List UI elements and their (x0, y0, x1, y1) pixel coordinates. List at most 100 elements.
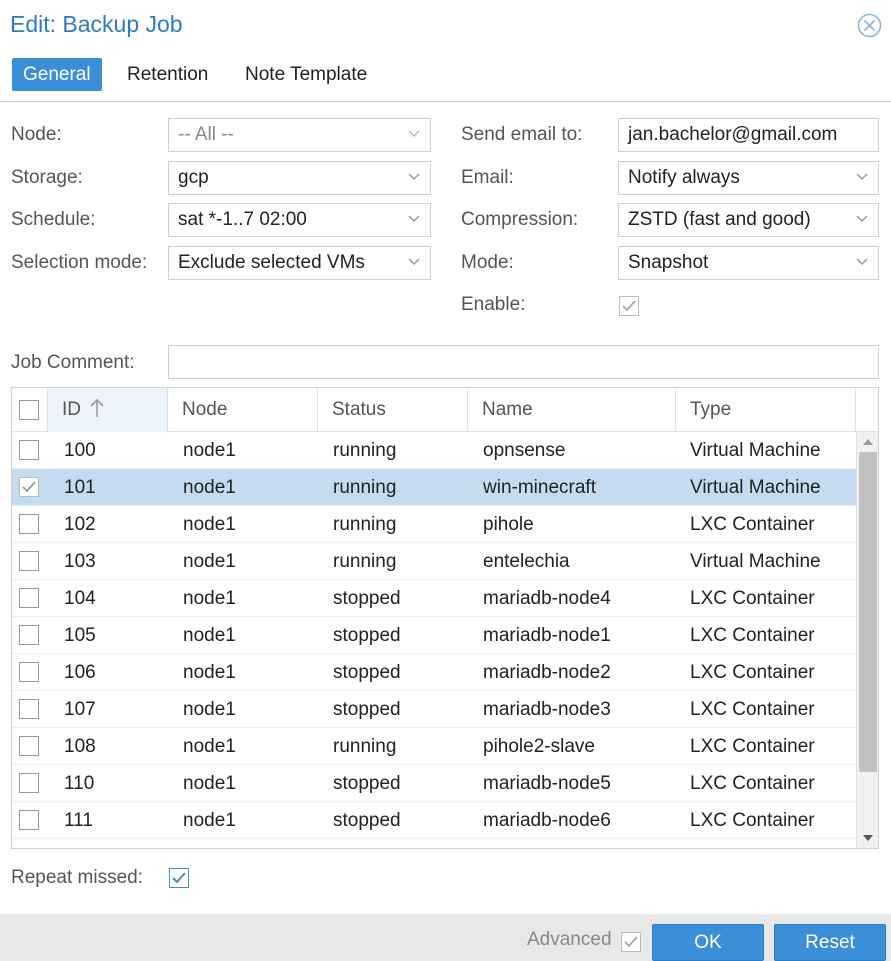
table-row[interactable]: 108 node1 running pihole2-slave LXC Containe… (12, 728, 856, 765)
tab-general[interactable]: General (12, 58, 102, 91)
column-header-type[interactable]: Type (676, 388, 856, 432)
compression-select[interactable]: ZSTD (fast and good) (618, 203, 879, 237)
chevron-down-icon (408, 215, 420, 223)
cell-type: Virtual Machine (690, 477, 821, 498)
cell-node: node1 (183, 588, 236, 609)
ok-button[interactable]: OK (652, 924, 764, 961)
row-checkbox[interactable] (19, 440, 39, 460)
cell-type: LXC Container (690, 699, 815, 720)
header-select-all[interactable] (12, 388, 48, 432)
cell-status: running (333, 477, 397, 498)
table-row[interactable]: 105 node1 stopped mariadb-node1 LXC Containe… (12, 617, 856, 654)
send-email-input[interactable]: jan.bachelor@gmail.com (618, 118, 879, 152)
scroll-down-icon[interactable] (862, 834, 874, 842)
row-checkbox[interactable] (19, 625, 39, 645)
cell-id: 111 (64, 810, 93, 831)
grid-header: ID Node Status Name Type (12, 388, 878, 432)
mode-label: Mode: (461, 252, 514, 273)
mode-select-value: Snapshot (628, 252, 709, 273)
cell-name: pihole2-slave (483, 736, 595, 757)
tab-retention[interactable]: Retention (116, 58, 219, 91)
table-row[interactable]: 104 node1 stopped mariadb-node4 LXC Containe… (12, 580, 856, 617)
storage-select-value: gcp (178, 167, 209, 188)
enable-label: Enable: (461, 294, 526, 315)
row-checkbox[interactable] (19, 662, 39, 682)
tab-note-template[interactable]: Note Template (234, 58, 378, 91)
scrollbar-thumb[interactable] (859, 452, 877, 772)
email-select[interactable]: Notify always (618, 161, 879, 195)
table-row[interactable]: 111 node1 stopped mariadb-node6 LXC Containe… (12, 802, 856, 839)
table-row[interactable]: 106 node1 stopped mariadb-node2 LXC Containe… (12, 654, 856, 691)
node-select[interactable]: -- All -- (168, 118, 431, 152)
row-checkbox[interactable] (19, 588, 39, 608)
row-checkbox[interactable] (19, 773, 39, 793)
table-row[interactable]: 107 node1 stopped mariadb-node3 LXC Containe… (12, 691, 856, 728)
cell-status: stopped (333, 810, 401, 831)
email-label: Email: (461, 167, 514, 188)
selection-mode-select-value: Exclude selected VMs (178, 252, 365, 273)
table-row[interactable]: 103 node1 running entelechia Virtual Machine (12, 543, 856, 580)
advanced-label: Advanced (527, 929, 612, 950)
repeat-missed-label: Repeat missed: (11, 867, 144, 888)
column-header-status[interactable]: Status (318, 388, 468, 432)
cell-type: LXC Container (690, 810, 815, 831)
advanced-checkbox[interactable] (621, 932, 641, 952)
dialog-footer: Advanced OK Reset (0, 914, 891, 961)
enable-checkbox[interactable] (619, 296, 639, 316)
select-all-checkbox[interactable] (19, 400, 39, 420)
schedule-select-value: sat *-1..7 02:00 (178, 209, 307, 230)
close-circle-icon[interactable] (857, 13, 882, 38)
cell-id: 107 (64, 699, 96, 720)
table-row[interactable]: 101 node1 running win-minecraft Virtual Mach… (12, 469, 856, 506)
cell-type: LXC Container (690, 588, 815, 609)
cell-node: node1 (183, 551, 236, 572)
column-header-id[interactable]: ID (48, 388, 168, 432)
divider (11, 848, 879, 849)
row-checkbox[interactable] (19, 810, 39, 830)
reset-button[interactable]: Reset (774, 924, 886, 961)
row-checkbox[interactable] (19, 551, 39, 571)
cell-status: stopped (333, 625, 401, 646)
checkmark-icon (172, 872, 186, 884)
table-row[interactable]: 110 node1 stopped mariadb-node5 LXC Containe… (12, 765, 856, 802)
grid-scrollbar[interactable] (856, 432, 878, 848)
cell-id: 101 (64, 477, 96, 498)
job-comment-label: Job Comment: (11, 352, 135, 373)
checkmark-icon (22, 481, 36, 493)
sort-ascending-icon (90, 398, 104, 417)
cell-type: Virtual Machine (690, 551, 821, 572)
window-title: Edit: Backup Job (10, 11, 183, 37)
send-email-label: Send email to: (461, 124, 583, 145)
row-checkbox[interactable] (19, 477, 39, 497)
cell-type: Virtual Machine (690, 440, 821, 461)
schedule-select[interactable]: sat *-1..7 02:00 (168, 203, 431, 237)
column-header-name[interactable]: Name (468, 388, 676, 432)
row-checkbox[interactable] (19, 514, 39, 534)
cell-type: LXC Container (690, 736, 815, 757)
column-header-node[interactable]: Node (168, 388, 318, 432)
scroll-up-icon[interactable] (862, 438, 874, 446)
window-titlebar: Edit: Backup Job (0, 0, 891, 50)
chevron-down-icon (856, 173, 868, 181)
cell-node: node1 (183, 514, 236, 535)
cell-id: 108 (64, 736, 96, 757)
node-select-value: -- All -- (178, 124, 234, 145)
cell-id: 106 (64, 662, 96, 683)
column-header-id-label: ID (62, 399, 81, 420)
selection-mode-label: Selection mode: (11, 252, 148, 273)
chevron-down-icon (856, 215, 868, 223)
cell-id: 100 (64, 440, 96, 461)
cell-name: mariadb-node6 (483, 810, 611, 831)
storage-select[interactable]: gcp (168, 161, 431, 195)
cell-name: mariadb-node3 (483, 699, 611, 720)
cell-node: node1 (183, 773, 236, 794)
selection-mode-select[interactable]: Exclude selected VMs (168, 246, 431, 280)
compression-select-value: ZSTD (fast and good) (628, 209, 811, 230)
row-checkbox[interactable] (19, 736, 39, 756)
row-checkbox[interactable] (19, 699, 39, 719)
repeat-missed-checkbox[interactable] (169, 868, 189, 888)
job-comment-input[interactable] (168, 345, 879, 379)
table-row[interactable]: 102 node1 running pihole LXC Container (12, 506, 856, 543)
mode-select[interactable]: Snapshot (618, 246, 879, 280)
table-row[interactable]: 100 node1 running opnsense Virtual Machine (12, 432, 856, 469)
